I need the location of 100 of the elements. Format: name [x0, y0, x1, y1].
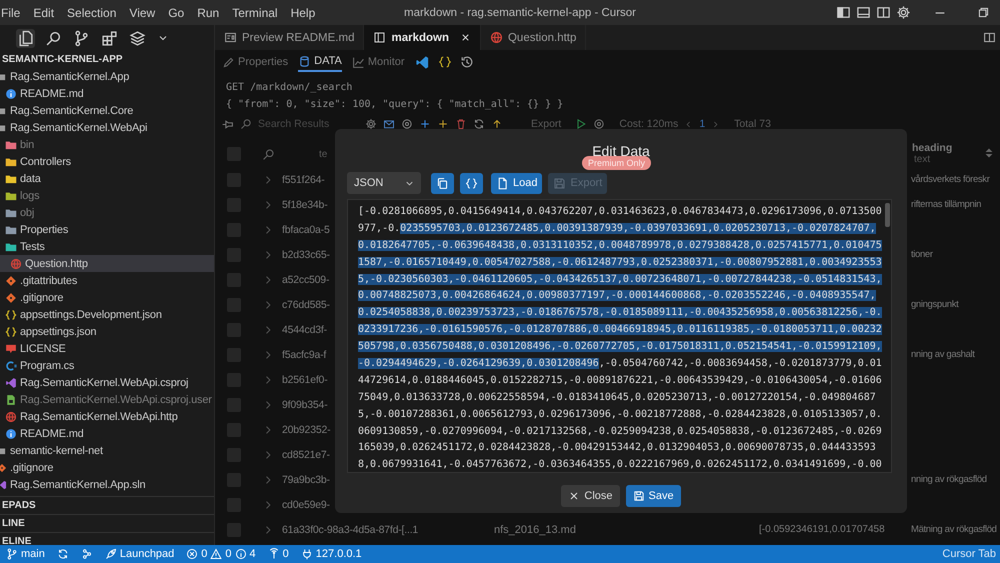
- braces-icon: [5, 326, 17, 338]
- tree-item[interactable]: README.md: [0, 425, 214, 442]
- upload-icon[interactable]: [491, 118, 503, 130]
- tree-item[interactable]: LICENSE: [0, 340, 214, 357]
- tree-item[interactable]: Properties: [0, 221, 214, 238]
- window-title: markdown - rag.semantic-kernel-app - Cursor: [404, 6, 636, 18]
- explorer-icon[interactable]: [16, 28, 35, 48]
- panel-header[interactable]: LINE: [0, 514, 214, 532]
- braces-icon: [5, 308, 17, 320]
- tree-item[interactable]: data: [0, 170, 214, 187]
- file-icon: [496, 176, 509, 190]
- table-cell: 9f09b354-: [282, 398, 328, 410]
- preview-icon: [224, 31, 237, 44]
- braces-icon: [465, 176, 478, 190]
- menu-item[interactable]: Help: [284, 6, 322, 20]
- tree-item[interactable]: Rag.SemanticKernel.WebApi.csproj.user: [0, 391, 214, 408]
- view-tab[interactable]: DATA: [298, 52, 342, 72]
- copy-icon: [436, 176, 449, 190]
- target-icon[interactable]: [593, 118, 606, 130]
- pin-icon[interactable]: [221, 118, 234, 130]
- format-dropdown[interactable]: JSON: [347, 172, 421, 194]
- view-tab[interactable]: Monitor: [352, 52, 405, 72]
- editor-tab[interactable]: markdown: [364, 25, 481, 50]
- sort-icon[interactable]: [983, 147, 995, 159]
- panel-toggle-icon[interactable]: [856, 5, 871, 20]
- table-cell: nfs_2016_13.md: [494, 524, 576, 536]
- table-cell: cd8521e7-: [282, 448, 330, 460]
- plus-icon[interactable]: [437, 118, 449, 130]
- split-layout-icon[interactable]: [876, 5, 891, 20]
- menu-item[interactable]: Selection: [60, 6, 122, 20]
- share-icon[interactable]: [80, 548, 93, 560]
- target-icon[interactable]: [401, 118, 413, 130]
- copy-button[interactable]: [431, 172, 454, 194]
- extensions-icon[interactable]: [100, 28, 119, 48]
- tree-item[interactable]: bin: [0, 136, 214, 153]
- error-count[interactable]: 0: [201, 548, 208, 560]
- layers-icon[interactable]: [128, 28, 147, 48]
- braces-icon[interactable]: [438, 55, 452, 69]
- tree-item[interactable]: Rag.SemanticKernel.WebApi.http: [0, 408, 214, 425]
- menu-item[interactable]: Go: [161, 6, 190, 20]
- tree-item[interactable]: appsettings.json: [0, 323, 214, 340]
- tree-item[interactable]: Rag.SemanticKernel.App.sln: [0, 476, 214, 493]
- tree-item[interactable]: .gitignore: [0, 459, 214, 476]
- tree-item[interactable]: Rag.SemanticKernel.WebApi.csproj: [0, 374, 214, 391]
- table-cell: [-0.0592346191,0.01707458: [759, 524, 885, 535]
- table-cell: nning av gashalt: [911, 349, 975, 360]
- tree-item[interactable]: Tests: [0, 238, 214, 255]
- menu-item[interactable]: File: [0, 6, 26, 20]
- restore-icon[interactable]: [977, 6, 990, 19]
- query-line: GET /markdown/_search: [226, 81, 354, 95]
- tree-item[interactable]: .gitignore: [0, 289, 214, 306]
- view-tab[interactable]: Properties: [222, 52, 288, 72]
- menu-item[interactable]: Edit: [26, 6, 60, 20]
- sidebar-toggle-icon[interactable]: [836, 5, 851, 20]
- tree-item[interactable]: Rag.SemanticKernel.WebApi: [0, 119, 214, 136]
- refresh-icon[interactable]: [473, 118, 485, 130]
- line-chart-icon: [352, 56, 365, 68]
- envelope-icon[interactable]: [383, 118, 395, 130]
- tree-item[interactable]: semantic-kernel-net: [0, 442, 214, 459]
- close-icon[interactable]: [460, 32, 471, 43]
- close-button[interactable]: Close: [561, 485, 620, 507]
- table-cell: 61a33f0c-98a3-4d5a-87fd-[...1: [282, 524, 418, 536]
- tree-item[interactable]: appsettings.Development.json: [0, 306, 214, 323]
- load-button[interactable]: Load: [491, 172, 542, 194]
- menu-item[interactable]: Run: [190, 6, 226, 20]
- menu-item[interactable]: Terminal: [225, 6, 284, 20]
- tree-item[interactable]: .gitattributes: [0, 272, 214, 289]
- play-icon[interactable]: [575, 118, 588, 130]
- plug-icon: [300, 548, 313, 560]
- json-editor[interactable]: [-0.0281066895,0.0415649414,0.043762207,0.031463623,0.0467834473,0.0296173096,0.0713500 977,-0.0235595703,0.0123672485,0.00391387939,-0.0397033691,0.0205230713,-0.0207824707, 0.0182647705,-0.0639648438,0.0313110352,0.0048789978,0.0279388428,0.0257415771,0.010475 1587,-0.0165710449,0.00547027588,-0.0612487793,0.0252380371,-0.00807952881,0.0034923553 5,-0.0230560303,-0.0461120605,-0.0434265137,0.00723648071,-0.00727844238,-0.0514831543, 0.00748825073,0.00426864624,0.00980377197,-0.000144600868,-0.0203552246,-0.0408935547, 0.0254058838,0.00239753723,-0.0186767578,-0.0185089111,-0.00435256958,0.00563812256,-0. 0233917236,-0.0161590576,-0.0128707886,0.00466918945,0.0116119385,-0.0180053711,0.00232 505798,0.0356750488,0.0301208496,-0.0260772705,-0.0175018311,0.052154541,-0.0159912109, -0.0294494629,-0.0264129639,0.0301208496,-0.0504760742,-0.0083694458,-0.0201873779,0.01 44729614,0.0188446045,0.0152282715,-0.00891876221,-0.00643539429,-0.0106430054,-0.01606 75049,0.013633728,0.00622558594,-0.0183410645,0.0205230713,-0.00127220154,-0.049804687 5,-0.00107288361,0.0065612793,0.0296173096,-0.00218772888,-0.0284423828,0.0105133057,0. 0609130859,-0.0270996094,-0.0217132568,-0.0259094238,0.0254058838,-0.0123672485,-0.0269 165039,0.0262451172,0.0284423828,-0.00429153442,0.0132904053,0.00690078735,0.044433593 8,0.0679931641,-0.0457763672,-0.0363464355,0.0222167969,0.0262451172,0.0341491699,-0.00: [347, 199, 892, 473]
- tree-item[interactable]: Rag.SemanticKernel.App: [0, 68, 214, 85]
- sync-icon[interactable]: [56, 548, 69, 560]
- format-button[interactable]: [460, 172, 483, 194]
- branch-name[interactable]: main: [21, 548, 45, 560]
- panel-header[interactable]: EPADS: [0, 496, 214, 514]
- tree-item[interactable]: Question.http: [0, 255, 214, 272]
- warning-count[interactable]: 0: [225, 548, 232, 560]
- save-button[interactable]: Save: [626, 485, 681, 507]
- tree-item[interactable]: logs: [0, 187, 214, 204]
- tree-item[interactable]: Controllers: [0, 153, 214, 170]
- history-icon[interactable]: [460, 55, 474, 69]
- vscode-icon[interactable]: [414, 54, 430, 70]
- editor-tab[interactable]: Question.http: [480, 25, 586, 50]
- split-editor-icon[interactable]: [983, 31, 996, 44]
- cursor-tab-label[interactable]: Cursor Tab: [942, 548, 1000, 560]
- server-address[interactable]: 127.0.0.1: [316, 548, 362, 560]
- globe-icon: [10, 258, 22, 270]
- tree-item[interactable]: obj: [0, 204, 214, 221]
- plus-icon[interactable]: [419, 118, 431, 130]
- menu-item[interactable]: View: [122, 6, 162, 20]
- settings-icon[interactable]: [896, 5, 911, 20]
- tree-item[interactable]: Rag.SemanticKernel.Core: [0, 102, 214, 119]
- ports-count[interactable]: 0: [282, 548, 289, 560]
- info-count[interactable]: 4: [250, 548, 256, 560]
- settings-icon[interactable]: [365, 118, 377, 130]
- trash-icon[interactable]: [455, 118, 467, 130]
- tree-item[interactable]: Program.cs: [0, 357, 214, 374]
- tree-item[interactable]: README.md: [0, 85, 214, 102]
- total-count: Total 73: [734, 118, 771, 130]
- launchpad-link[interactable]: Launchpad: [120, 548, 174, 560]
